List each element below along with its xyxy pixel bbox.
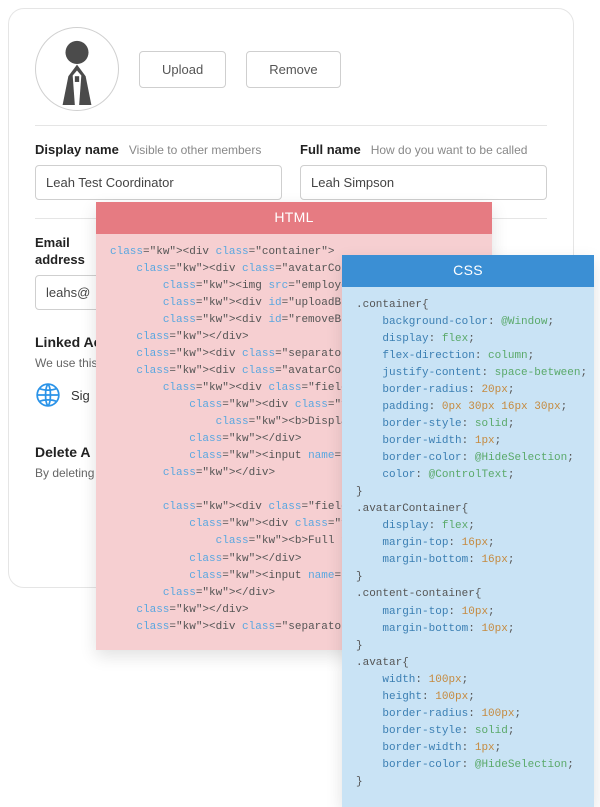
globe-icon	[35, 382, 61, 408]
remove-button[interactable]: Remove	[246, 51, 340, 88]
display-name-hint: Visible to other members	[129, 143, 262, 157]
separator	[35, 125, 547, 126]
css-code-panel: CSS .container{ background-color: @Windo…	[342, 255, 594, 807]
full-name-input[interactable]	[300, 165, 547, 200]
avatar-row: Upload Remove	[35, 27, 547, 111]
display-name-field: Display name Visible to other members	[35, 142, 282, 200]
person-icon	[41, 33, 113, 105]
name-fields-row: Display name Visible to other members Fu…	[35, 142, 547, 200]
avatar[interactable]	[35, 27, 119, 111]
full-name-field: Full name How do you want to be called	[300, 142, 547, 200]
linked-account-label: Sig	[71, 388, 90, 403]
html-tab[interactable]: HTML	[96, 202, 492, 234]
css-code-snippet: .container{ background-color: @Window; d…	[342, 287, 594, 807]
css-tab[interactable]: CSS	[342, 255, 594, 287]
full-name-label: Full name	[300, 142, 361, 157]
display-name-input[interactable]	[35, 165, 282, 200]
email-label-2: address	[35, 252, 85, 267]
full-name-hint: How do you want to be called	[371, 143, 528, 157]
upload-button[interactable]: Upload	[139, 51, 226, 88]
display-name-label: Display name	[35, 142, 119, 157]
email-label-1: Email	[35, 235, 70, 250]
